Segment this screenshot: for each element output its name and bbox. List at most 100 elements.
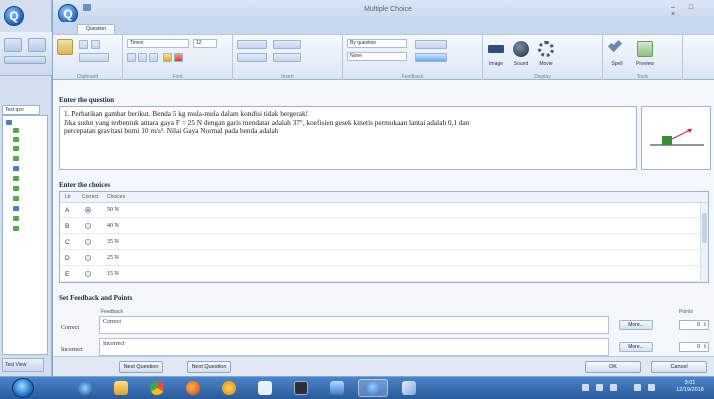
tray-network-icon[interactable] bbox=[596, 384, 603, 391]
taskbar-app[interactable] bbox=[70, 379, 100, 397]
taskbar-app[interactable] bbox=[106, 379, 136, 397]
highlight-icon[interactable] bbox=[163, 53, 172, 62]
background-ribbon-button[interactable] bbox=[4, 56, 46, 64]
correct-radio[interactable] bbox=[85, 239, 91, 245]
font-size-select[interactable]: 12 bbox=[193, 39, 217, 48]
choice-letter: C bbox=[65, 239, 70, 246]
taskbar-app[interactable] bbox=[250, 379, 280, 397]
incorrect-more-button[interactable]: More... bbox=[619, 342, 653, 352]
choice-value[interactable]: 25 N bbox=[107, 255, 119, 261]
bold-icon[interactable] bbox=[127, 53, 136, 62]
tray-language-icon[interactable] bbox=[648, 384, 655, 391]
score-button[interactable] bbox=[415, 40, 447, 49]
document-icon bbox=[258, 381, 272, 395]
sound-icon[interactable] bbox=[513, 41, 529, 57]
tab-question[interactable]: Question bbox=[77, 24, 115, 34]
taskbar-app-active[interactable] bbox=[358, 379, 388, 397]
tree-node-icon[interactable] bbox=[13, 196, 19, 201]
sound-label: Sound bbox=[513, 61, 529, 67]
taskbar-app[interactable] bbox=[322, 379, 352, 397]
column-header-correct: Correct bbox=[82, 194, 99, 200]
background-ribbon-button[interactable] bbox=[4, 38, 22, 52]
branching-button[interactable] bbox=[415, 53, 447, 62]
insert-picture-button[interactable] bbox=[237, 40, 267, 49]
save-icon[interactable] bbox=[83, 4, 91, 11]
next-question-button[interactable]: Next Question bbox=[187, 361, 231, 373]
copy-icon[interactable] bbox=[91, 40, 100, 49]
format-painter-icon[interactable] bbox=[79, 53, 109, 62]
app-orb-icon[interactable]: Q bbox=[4, 6, 24, 26]
taskbar-app[interactable] bbox=[142, 379, 172, 397]
taskbar-app[interactable] bbox=[214, 379, 244, 397]
choice-row[interactable]: A 50 N bbox=[60, 203, 700, 218]
question-image[interactable] bbox=[641, 106, 711, 170]
choice-value[interactable]: 35 N bbox=[107, 239, 119, 245]
cut-icon[interactable] bbox=[79, 40, 88, 49]
previous-question-button[interactable]: Next Question bbox=[119, 361, 163, 373]
choice-row[interactable]: D 25 N bbox=[60, 251, 700, 266]
correct-feedback-field[interactable]: Correct bbox=[99, 316, 609, 334]
app-orb-icon[interactable]: Q bbox=[58, 4, 78, 24]
italic-icon[interactable] bbox=[138, 53, 147, 62]
spell-check-icon[interactable] bbox=[607, 37, 623, 53]
choice-row[interactable]: E 15 N bbox=[60, 267, 700, 282]
tree-node-icon[interactable] bbox=[13, 128, 19, 133]
choices-scrollbar[interactable] bbox=[700, 203, 708, 282]
incorrect-points-stepper[interactable]: 0 ⇕ bbox=[679, 342, 709, 352]
tree-node-icon[interactable] bbox=[13, 216, 19, 221]
correct-radio[interactable] bbox=[85, 207, 91, 213]
insert-table-button[interactable] bbox=[273, 40, 301, 49]
correct-points-stepper[interactable]: 0 ⇕ bbox=[679, 320, 709, 330]
tree-node-icon[interactable] bbox=[13, 137, 19, 142]
preview-icon[interactable] bbox=[637, 41, 653, 57]
window-controls[interactable]: – □ × bbox=[671, 4, 711, 18]
feedback-mode-select[interactable]: By question bbox=[347, 39, 407, 48]
tree-node-icon[interactable] bbox=[13, 146, 19, 151]
tray-volume-icon[interactable] bbox=[610, 384, 617, 391]
clock-date: 12/19/2018 bbox=[676, 387, 704, 393]
image-icon[interactable] bbox=[488, 45, 504, 53]
incorrect-feedback-field[interactable]: Incorrect bbox=[99, 338, 609, 356]
tray-clock[interactable]: 9:01 12/19/2018 bbox=[672, 380, 708, 394]
paint-icon bbox=[402, 381, 416, 395]
correct-radio[interactable] bbox=[85, 271, 91, 277]
question-text-field[interactable]: 1. Perhatikan gambar berikut. Benda 5 kg… bbox=[59, 106, 637, 170]
ok-button[interactable]: OK bbox=[585, 361, 641, 373]
font-color-icon[interactable] bbox=[174, 53, 183, 62]
insert-link-button[interactable] bbox=[273, 53, 301, 62]
insert-symbol-button[interactable] bbox=[237, 53, 267, 62]
movie-icon[interactable] bbox=[538, 41, 554, 57]
choice-row[interactable]: C 35 N bbox=[60, 235, 700, 250]
tree-node-icon[interactable] bbox=[13, 226, 19, 231]
start-menu-icon[interactable] bbox=[12, 378, 34, 398]
choice-value[interactable]: 40 N bbox=[107, 223, 119, 229]
tree-node-icon[interactable] bbox=[13, 166, 19, 171]
tree-node-icon[interactable] bbox=[13, 176, 19, 181]
tree-node-icon[interactable] bbox=[6, 120, 12, 125]
correct-radio[interactable] bbox=[85, 223, 91, 229]
scrollbar-thumb[interactable] bbox=[702, 213, 707, 243]
cancel-button[interactable]: Cancel bbox=[651, 361, 707, 373]
correct-more-button[interactable]: More... bbox=[619, 320, 653, 330]
tray-flag-icon[interactable] bbox=[582, 384, 589, 391]
background-ribbon-button[interactable] bbox=[28, 38, 46, 52]
spin-arrows-icon[interactable]: ⇕ bbox=[703, 321, 707, 329]
correct-radio[interactable] bbox=[85, 255, 91, 261]
underline-icon[interactable] bbox=[149, 53, 158, 62]
tree-tab[interactable]: Test qsn bbox=[2, 105, 40, 115]
choice-row[interactable]: B 40 N bbox=[60, 219, 700, 234]
choice-value[interactable]: 15 N bbox=[107, 271, 119, 277]
paste-icon[interactable] bbox=[57, 39, 73, 55]
taskbar-app[interactable] bbox=[286, 379, 316, 397]
tree-node-icon[interactable] bbox=[13, 156, 19, 161]
choice-value[interactable]: 50 N bbox=[107, 207, 119, 213]
font-name-select[interactable]: Times bbox=[127, 39, 189, 48]
taskbar-app[interactable] bbox=[178, 379, 208, 397]
tray-battery-icon[interactable] bbox=[634, 384, 641, 391]
column-header-choices: Choices bbox=[107, 194, 126, 200]
tree-node-icon[interactable] bbox=[13, 206, 19, 211]
spin-arrows-icon[interactable]: ⇕ bbox=[703, 343, 707, 351]
taskbar-app[interactable] bbox=[394, 379, 424, 397]
tree-node-icon[interactable] bbox=[13, 186, 19, 191]
shuffle-select[interactable]: None bbox=[347, 52, 407, 61]
